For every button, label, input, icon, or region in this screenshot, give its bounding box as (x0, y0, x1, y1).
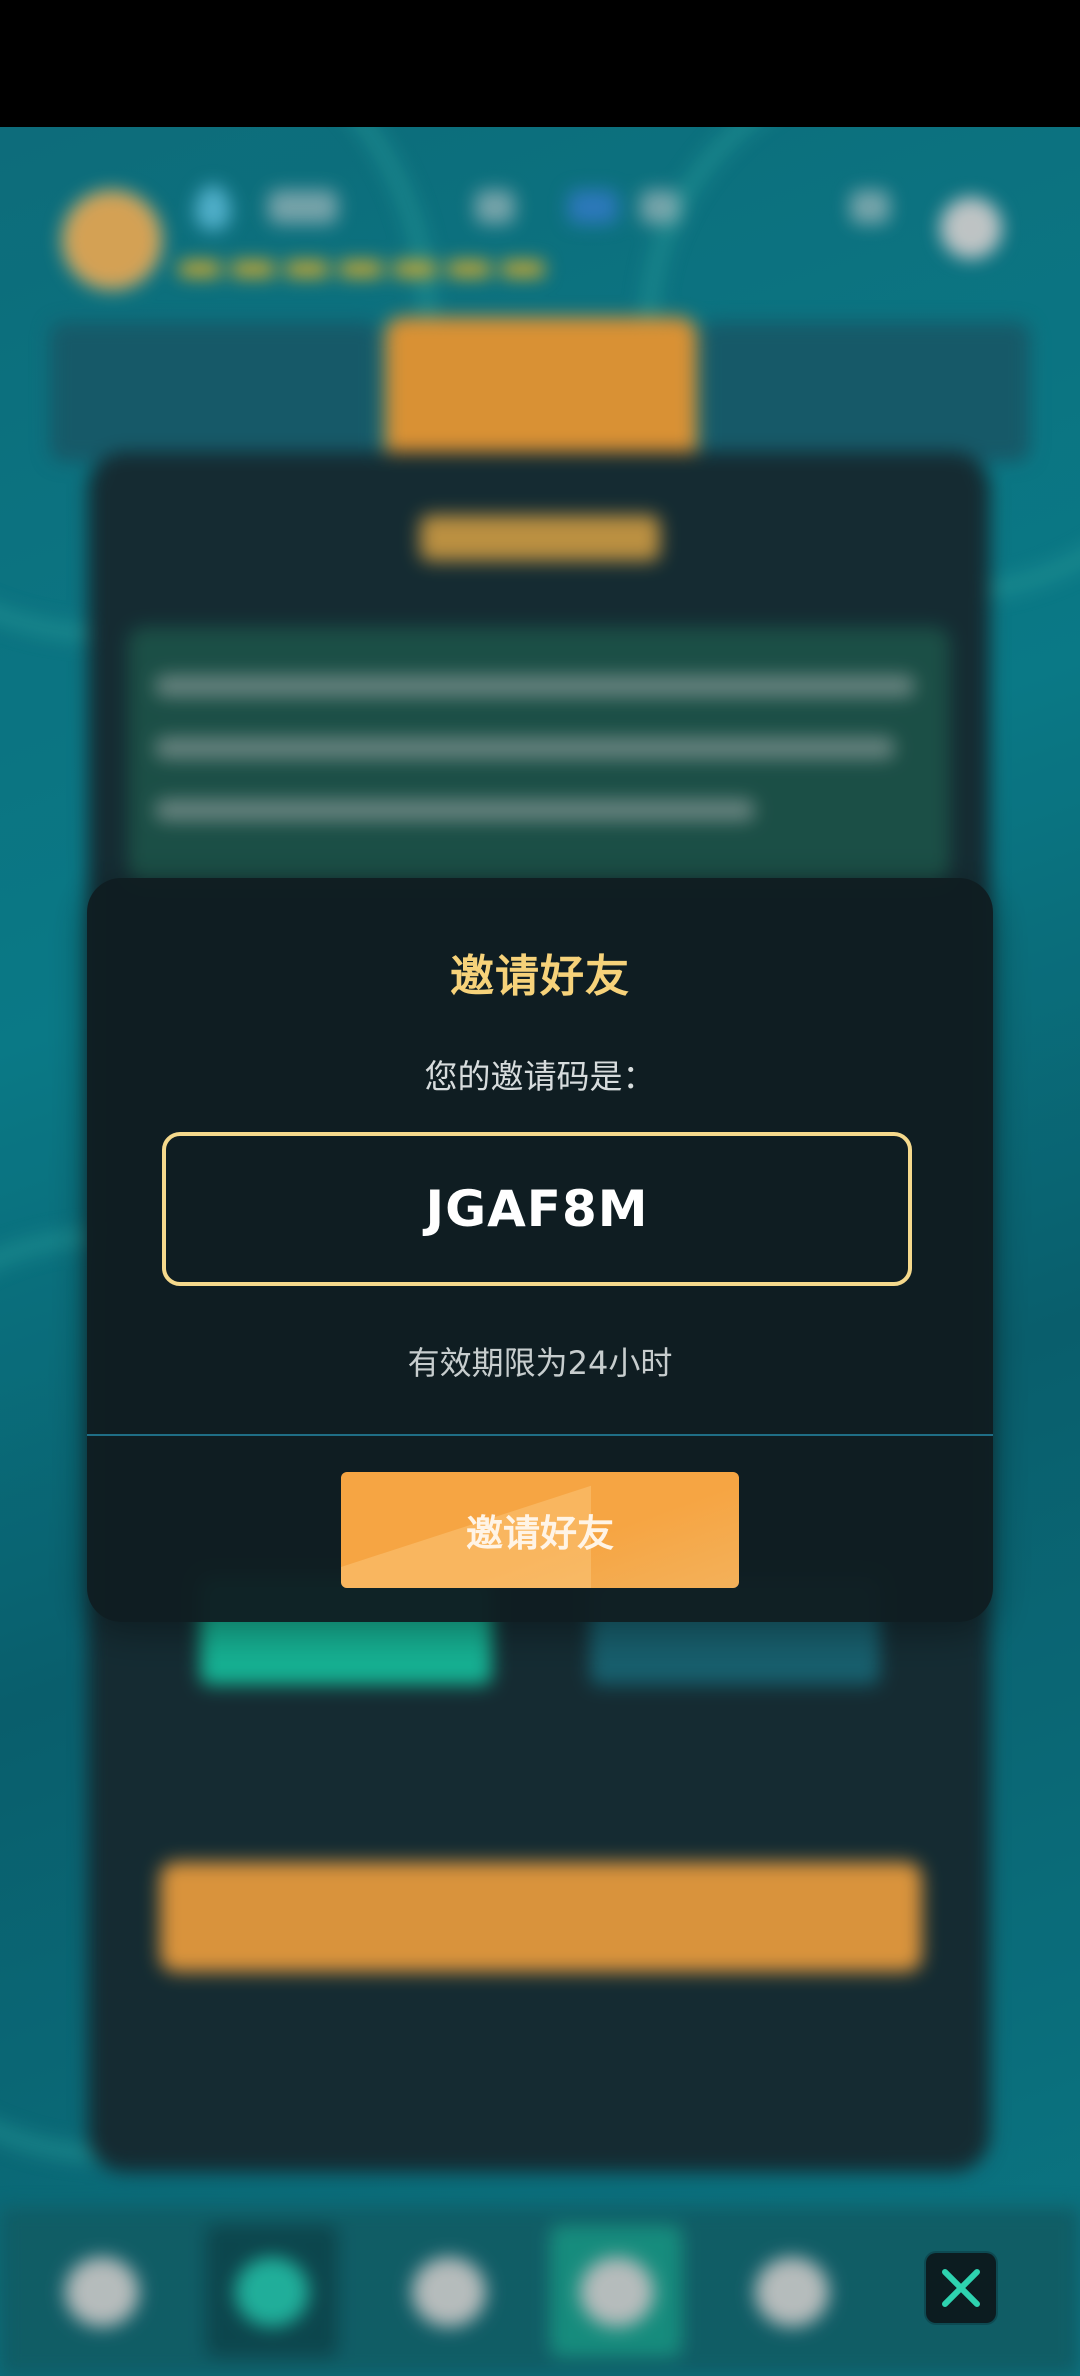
invite-friends-dialog: 邀请好友 您的邀请码是： JGAF8M 有效期限为24小时 邀请好友 (87, 878, 993, 1622)
invite-friends-button[interactable]: 邀请好友 (341, 1472, 739, 1588)
dialog-title: 邀请好友 (450, 951, 630, 1002)
invite-code-prompt: 您的邀请码是： (424, 1057, 656, 1096)
close-button[interactable] (926, 2253, 996, 2323)
dialog-divider (87, 1434, 993, 1436)
validity-note: 有效期限为24小时 (407, 1344, 673, 1382)
invite-code-box[interactable]: JGAF8M (162, 1132, 912, 1286)
close-icon (942, 2269, 980, 2307)
status-bar (0, 0, 1080, 127)
invite-friends-button-label: 邀请好友 (466, 1512, 614, 1555)
invite-code: JGAF8M (425, 1180, 649, 1238)
